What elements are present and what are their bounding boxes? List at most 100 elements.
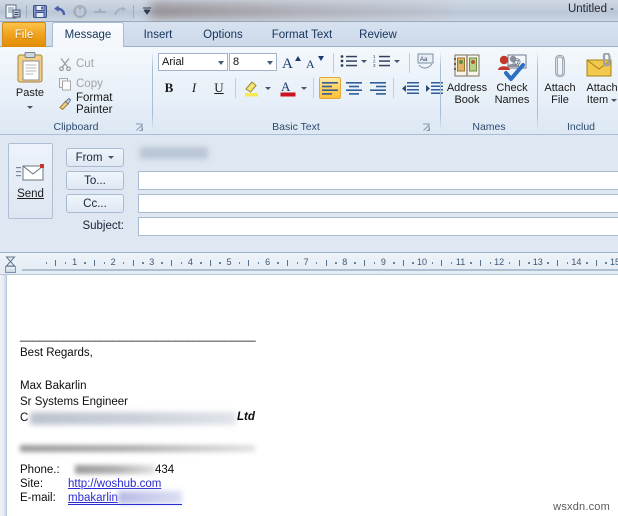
- undo-icon[interactable]: [51, 3, 69, 20]
- paste-label: Paste: [15, 87, 45, 99]
- paperclip-icon: [555, 54, 565, 78]
- align-left-icon: [322, 81, 338, 95]
- font-size-dropdown-icon[interactable]: [267, 61, 273, 65]
- ruler-mark: [479, 260, 481, 266]
- bullets-dropdown-icon[interactable]: [359, 56, 369, 66]
- attach-item-label-line1: Attach: [586, 82, 618, 94]
- ruler: 123456789101112131415: [0, 253, 618, 275]
- tab-review[interactable]: Review: [348, 23, 408, 47]
- message-body[interactable]: ______________________________________ B…: [0, 275, 618, 516]
- cut-button: Cut: [58, 55, 94, 73]
- signature-company-prefix: C: [20, 412, 29, 424]
- numbering-dropdown-icon[interactable]: [392, 56, 402, 66]
- align-center-button[interactable]: [343, 77, 365, 99]
- paste-dropdown-arrow-icon[interactable]: [27, 100, 33, 112]
- decrease-indent-button[interactable]: [399, 77, 421, 99]
- chevron-down-icon[interactable]: [138, 3, 156, 20]
- align-right-button[interactable]: [367, 77, 389, 99]
- site-link[interactable]: http://woshub.com: [68, 478, 161, 490]
- check-names-button[interactable]: @ Check Names: [486, 53, 538, 106]
- save-icon[interactable]: [31, 3, 49, 20]
- ribbon-group-include: Attach File Attach Item Includ: [538, 47, 618, 135]
- tab-file[interactable]: File: [2, 22, 46, 47]
- window-title: Untitled -: [567, 3, 614, 15]
- to-button[interactable]: To...: [66, 171, 124, 190]
- subject-label: Subject:: [82, 220, 124, 232]
- paintbrush-icon: [59, 97, 72, 111]
- font-name-dropdown-icon[interactable]: [218, 61, 224, 65]
- email-link[interactable]: mbakarlin: [68, 492, 118, 504]
- clipboard-dialog-launcher[interactable]: [135, 123, 144, 132]
- cc-input[interactable]: [138, 194, 618, 213]
- font-name-value: Arial: [162, 56, 185, 68]
- basic-text-dialog-launcher[interactable]: [422, 123, 431, 132]
- highlighter-icon: [245, 81, 258, 97]
- check-names-label-line2: Names: [494, 93, 530, 106]
- attach-item-dropdown-icon[interactable]: [611, 98, 618, 102]
- ribbon-tab-strip: File Message Insert Options Format Text …: [0, 22, 618, 48]
- font-size-input[interactable]: 8: [229, 53, 277, 71]
- ruler-mark: [84, 262, 86, 264]
- ruler-number: 11: [455, 257, 466, 267]
- ruler-mark: [200, 262, 202, 264]
- first-line-indent-marker[interactable]: [5, 266, 16, 273]
- to-input[interactable]: [138, 171, 618, 190]
- paste-button[interactable]: Paste: [8, 51, 52, 113]
- ruler-mark: [431, 262, 434, 264]
- from-dropdown-icon[interactable]: [108, 156, 115, 159]
- tab-insert[interactable]: Insert: [132, 23, 184, 47]
- shrink-font-button[interactable]: A: [304, 51, 326, 73]
- ruler-mark: [412, 262, 414, 264]
- grow-font-button[interactable]: A: [281, 51, 303, 73]
- format-painter-label: Format Painter: [75, 92, 113, 116]
- ruler-mark: [566, 262, 569, 264]
- ribbon-group-clipboard: Paste Cut Copy Format Painter Clipboard: [0, 47, 152, 135]
- ruler-number: 1: [72, 257, 78, 267]
- italic-button[interactable]: I: [183, 77, 205, 99]
- send-button[interactable]: Send: [8, 143, 53, 219]
- align-center-icon: [346, 81, 362, 95]
- message-header: Send From To... Cc... Subject:: [0, 135, 618, 253]
- ribbon-group-names: Address Book @ Check Names Names: [441, 47, 537, 135]
- ruler-mark: [219, 262, 221, 264]
- font-color-button[interactable]: A: [277, 77, 299, 99]
- align-left-button[interactable]: [319, 77, 341, 99]
- site-label: Site:: [20, 478, 44, 490]
- group-label-include: Includ: [566, 121, 596, 133]
- copy-button: Copy: [58, 75, 103, 93]
- office-app-icon[interactable]: [4, 3, 22, 20]
- to-label: To...: [84, 174, 106, 187]
- underline-button[interactable]: U: [208, 77, 230, 99]
- numbering-button[interactable]: 1 2 3: [372, 52, 392, 70]
- ruler-number: 10: [416, 257, 428, 267]
- ruler-number: 14: [571, 257, 582, 267]
- group-label-clipboard: Clipboard: [53, 121, 99, 133]
- tab-options[interactable]: Options: [192, 23, 254, 47]
- bullets-button[interactable]: [339, 52, 359, 70]
- highlight-dropdown-icon[interactable]: [263, 83, 273, 93]
- svg-text:A: A: [281, 79, 291, 94]
- ruler-mark: [286, 260, 288, 266]
- align-right-icon: [370, 81, 386, 95]
- paste-icon: [17, 52, 43, 83]
- svg-text:Aa: Aa: [420, 57, 428, 63]
- text-highlight-button[interactable]: [241, 77, 263, 99]
- format-painter-button[interactable]: Format Painter: [58, 92, 152, 116]
- decrease-indent-icon: [402, 81, 419, 94]
- ruler-mark: [132, 260, 134, 266]
- bold-button[interactable]: B: [158, 77, 180, 99]
- from-button[interactable]: From: [66, 148, 124, 167]
- font-color-dropdown-icon[interactable]: [299, 83, 309, 93]
- cc-button[interactable]: Cc...: [66, 194, 124, 213]
- change-case-button[interactable]: Aa: [415, 51, 437, 73]
- attach-item-button[interactable]: Attach Item: [576, 53, 618, 106]
- ruler-number: 9: [380, 257, 386, 267]
- font-name-input[interactable]: Arial: [158, 53, 228, 71]
- tab-message[interactable]: Message: [52, 22, 124, 48]
- ruler-number: 13: [532, 257, 543, 267]
- ruler-mark: [518, 260, 520, 266]
- ruler-mark: [354, 262, 356, 264]
- ruler-mark: [171, 260, 173, 266]
- tab-format-text[interactable]: Format Text: [262, 23, 342, 47]
- subject-input[interactable]: [138, 217, 618, 236]
